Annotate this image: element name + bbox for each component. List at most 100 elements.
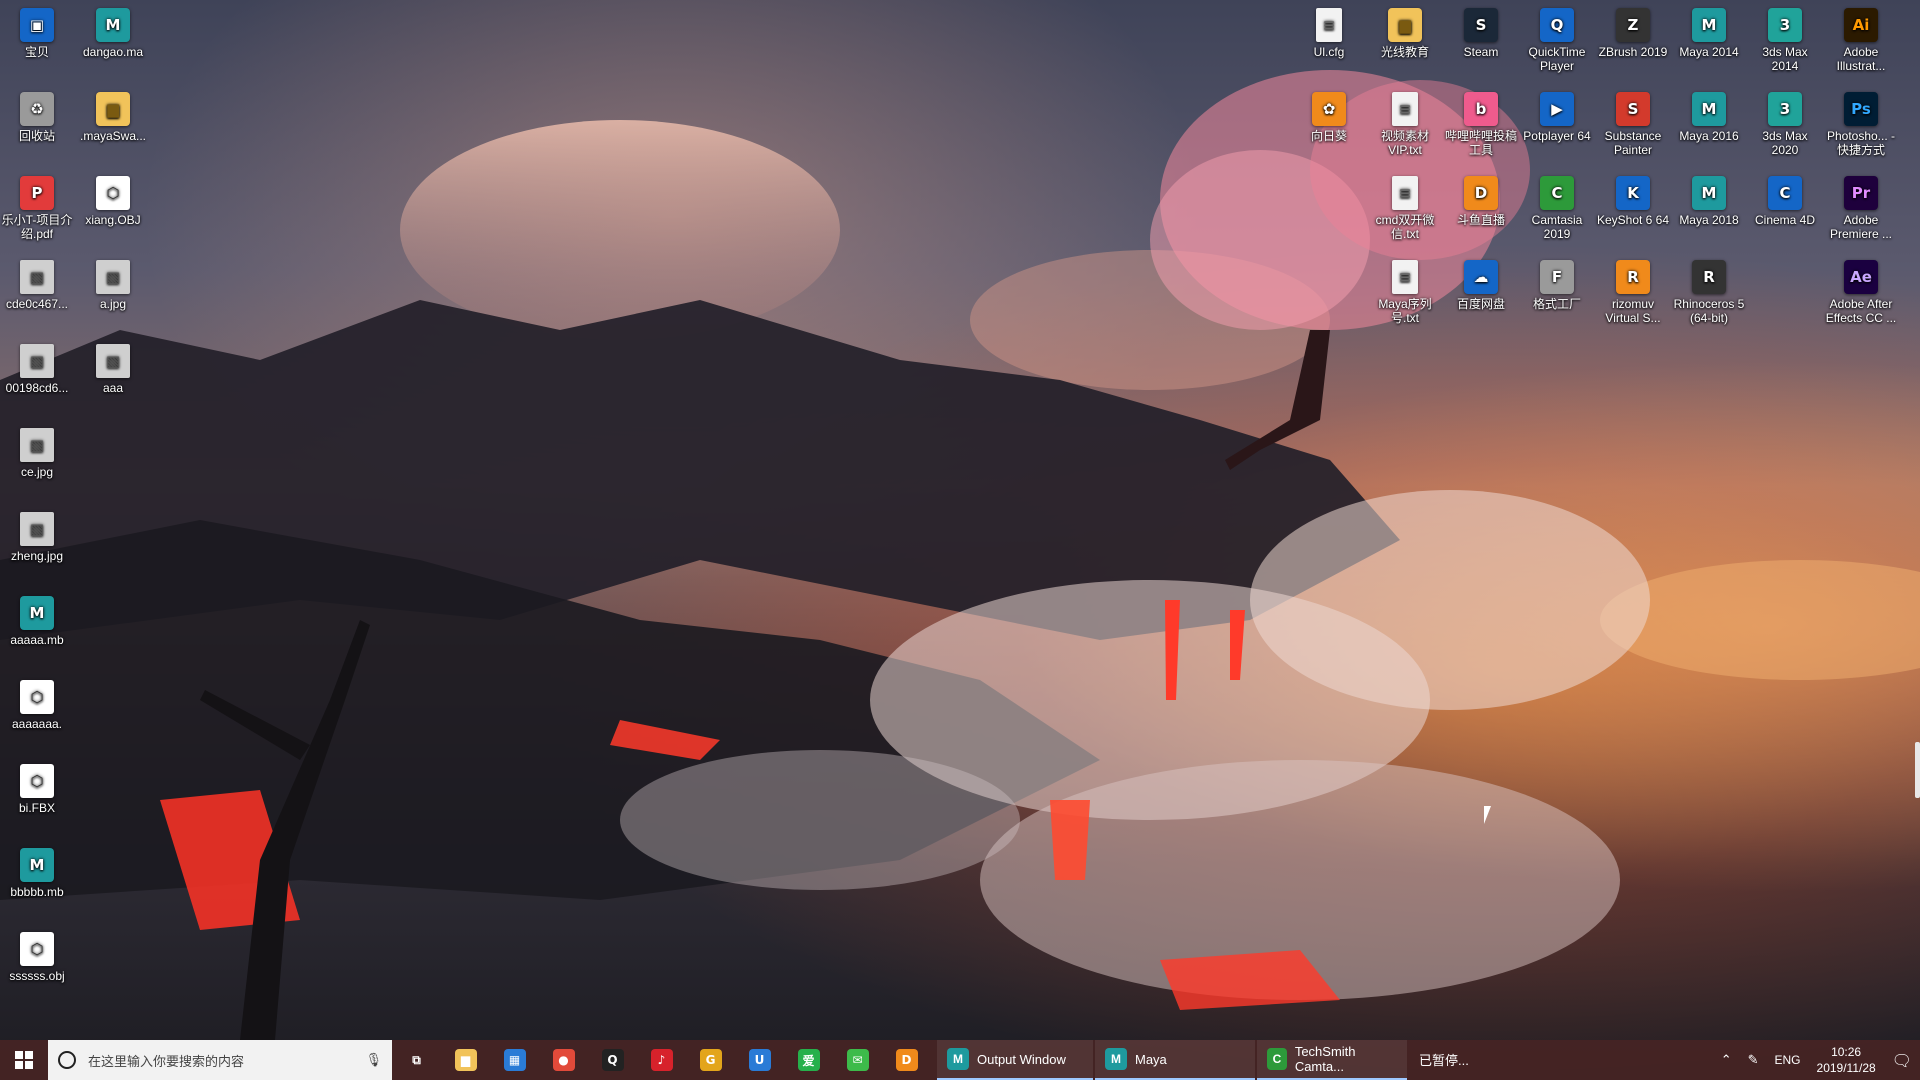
desktop-icon[interactable]: M Maya 2016 [1672, 88, 1746, 143]
taskbar-pinned-app[interactable]: D [882, 1040, 931, 1080]
desktop-icon[interactable]: K KeyShot 6 64 [1596, 172, 1670, 227]
start-button[interactable] [0, 1040, 48, 1080]
app-icon: M [947, 1048, 969, 1070]
clock[interactable]: 10:26 2019/11/28 [1809, 1044, 1884, 1076]
desktop-icon[interactable]: Ps Photosho... - 快捷方式 [1824, 88, 1898, 157]
desktop-icon-label: Substance Painter [1604, 129, 1662, 157]
desktop-icon[interactable]: ≡ cmd双开微信.txt [1368, 172, 1442, 241]
desktop-icon[interactable]: ♻ 回收站 [0, 88, 74, 143]
pen-icon[interactable]: ✎ [1740, 1053, 1767, 1068]
maya-file-icon: M [20, 848, 54, 882]
desktop-icon[interactable]: R Rhinoceros 5 (64-bit) [1672, 256, 1746, 325]
image-file-icon: ▧ [20, 428, 54, 462]
desktop-icon[interactable]: ▧ ce.jpg [0, 424, 74, 479]
desktop-icon[interactable]: 3 3ds Max 2020 [1748, 88, 1822, 157]
zbrush-icon: Z [1616, 8, 1650, 42]
potplayer-icon: ▶ [1540, 92, 1574, 126]
desktop-icon[interactable]: C Cinema 4D [1748, 172, 1822, 227]
desktop-icon[interactable]: ≡ 视频素材 VIP.txt [1368, 88, 1442, 157]
desktop-icon[interactable]: ▣ 宝贝 [0, 4, 74, 59]
desktop-icon-label: Ul.cfg [1313, 45, 1345, 59]
3d-object-icon: ⬡ [96, 176, 130, 210]
mouse-cursor [1484, 806, 1498, 824]
desktop-icon[interactable]: ▧ cde0c467... [0, 256, 74, 311]
desktop-icon[interactable]: 3 3ds Max 2014 [1748, 4, 1822, 73]
taskbar-pinned-app[interactable]: ● [539, 1040, 588, 1080]
show-hidden-icons-icon[interactable]: ⌃ [1713, 1053, 1740, 1068]
desktop-icon[interactable]: M Maya 2018 [1672, 172, 1746, 227]
desktop-icon[interactable]: ▧ a.jpg [76, 256, 150, 311]
taskbar-app-button[interactable]: M Output Window [937, 1040, 1093, 1080]
desktop-icon[interactable]: D 斗鱼直播 [1444, 172, 1518, 227]
desktop-icon[interactable]: Ae Adobe After Effects CC ... [1824, 256, 1898, 325]
maya-file-icon: M [96, 8, 130, 42]
taskbar-pinned-app[interactable]: 爱 [784, 1040, 833, 1080]
desktop-icon-label: xiang.OBJ [85, 213, 141, 227]
desktop-icon[interactable]: C Camtasia 2019 [1520, 172, 1594, 241]
app-icon: C [1267, 1048, 1287, 1070]
desktop-icon[interactable]: Rrizomuv Virtual S... [1596, 256, 1670, 325]
desktop-icon[interactable]: ▧ zheng.jpg [0, 508, 74, 563]
desktop-icon[interactable]: ⬡ aaaaaaa. [0, 676, 74, 731]
desktop-icon[interactable]: Z ZBrush 2019 [1596, 4, 1670, 59]
cinema4d-icon: C [1768, 176, 1802, 210]
after-effects-icon: Ae [1844, 260, 1878, 294]
language-indicator[interactable]: ENG [1767, 1053, 1809, 1067]
taskbar-pinned-app[interactable]: ▦ [490, 1040, 539, 1080]
desktop-icon[interactable]: ▶ Potplayer 64 [1520, 88, 1594, 143]
image-file-icon: ▧ [20, 512, 54, 546]
desktop-icon-label: Maya 2018 [1679, 213, 1739, 227]
premiere-icon: Pr [1844, 176, 1878, 210]
desktop-icon[interactable]: ≡ Maya序列号.txt [1368, 256, 1442, 325]
image-file-icon: ▧ [96, 260, 130, 294]
desktop-icon[interactable]: F 格式工厂 [1520, 256, 1594, 311]
taskbar-pinned-app[interactable]: ▆ [441, 1040, 490, 1080]
desktop-icon-label: Steam [1463, 45, 1499, 59]
desktop-icon[interactable]: ⬡ ssssss.obj [0, 928, 74, 983]
desktop-icon[interactable]: Mdangao.ma [76, 4, 150, 59]
desktop-icon[interactable]: Maaaaa.mb [0, 592, 74, 647]
desktop-icon[interactable]: ⬡ xiang.OBJ [76, 172, 150, 227]
desktop-icon[interactable]: ▆ 光线教育 [1368, 4, 1442, 59]
desktop-icon[interactable]: Pr Adobe Premiere ... [1824, 172, 1898, 241]
screen-scroll-indicator[interactable] [1915, 742, 1920, 798]
taskbar-pinned-app[interactable]: ✉ [833, 1040, 882, 1080]
taskbar-app-button[interactable]: C TechSmith Camta... [1257, 1040, 1407, 1080]
taskbar-pinned-app[interactable]: Q [588, 1040, 637, 1080]
desktop-icon-label: ZBrush 2019 [1598, 45, 1668, 59]
taskbar-pinned-app[interactable]: G [686, 1040, 735, 1080]
desktop-icon[interactable]: ☁ 百度网盘 [1444, 256, 1518, 311]
rizomuv-icon: R [1616, 260, 1650, 294]
desktop-icon[interactable]: Q QuickTime Player [1520, 4, 1594, 73]
desktop-icon[interactable]: P 乐小T-项目介绍.pdf [0, 172, 74, 241]
desktop-icon[interactable]: ▧ 00198cd6... [0, 340, 74, 395]
action-center-icon[interactable]: 🗨 [1884, 1051, 1920, 1070]
desktop-icon-label: dangao.ma [82, 45, 144, 59]
maya-icon: M [1692, 176, 1726, 210]
desktop-icon[interactable]: ✿ 向日葵 [1292, 88, 1366, 143]
desktop-icon[interactable]: ▆ .mayaSwa... [76, 88, 150, 143]
desktop-icon[interactable]: M Maya 2014 [1672, 4, 1746, 59]
desktop-icon[interactable]: ≡ Ul.cfg [1292, 4, 1366, 59]
search-placeholder: 在这里输入你要搜索的内容 [88, 1053, 245, 1069]
taskbar-app-label: 已暂停... [1419, 1052, 1469, 1068]
desktop-icon-label: 斗鱼直播 [1456, 213, 1505, 227]
desktop-icon[interactable]: S Substance Painter [1596, 88, 1670, 157]
taskbar-app-button[interactable]: 已暂停... [1409, 1040, 1569, 1080]
desktop-icon[interactable]: ▧ aaa [76, 340, 150, 395]
clock-date: 2019/11/28 [1816, 1061, 1876, 1075]
douyu-taskbar-icon: D [895, 1049, 918, 1071]
taskbar-app-button[interactable]: M Maya [1095, 1040, 1255, 1080]
desktop-icon[interactable]: Mbbbbb.mb [0, 844, 74, 899]
taskbar-pinned-app[interactable]: ⧉ [392, 1040, 441, 1080]
douyu-icon: D [1464, 176, 1498, 210]
desktop-icon[interactable]: b 哔哩哔哩投稿工具 [1444, 88, 1518, 157]
desktop-icon[interactable]: ⬡ bi.FBX [0, 760, 74, 815]
taskbar-pinned-app[interactable]: U [735, 1040, 784, 1080]
taskbar-search-box[interactable]: 在这里输入你要搜索的内容 🎙 [48, 1040, 392, 1080]
3d-object-icon: ⬡ [20, 932, 54, 966]
desktop-icon[interactable]: Ai Adobe Illustrat... [1824, 4, 1898, 73]
desktop-icon[interactable]: S Steam [1444, 4, 1518, 59]
taskbar-pinned-app[interactable]: ♪ [637, 1040, 686, 1080]
microphone-icon[interactable]: 🎙 [365, 1053, 382, 1068]
